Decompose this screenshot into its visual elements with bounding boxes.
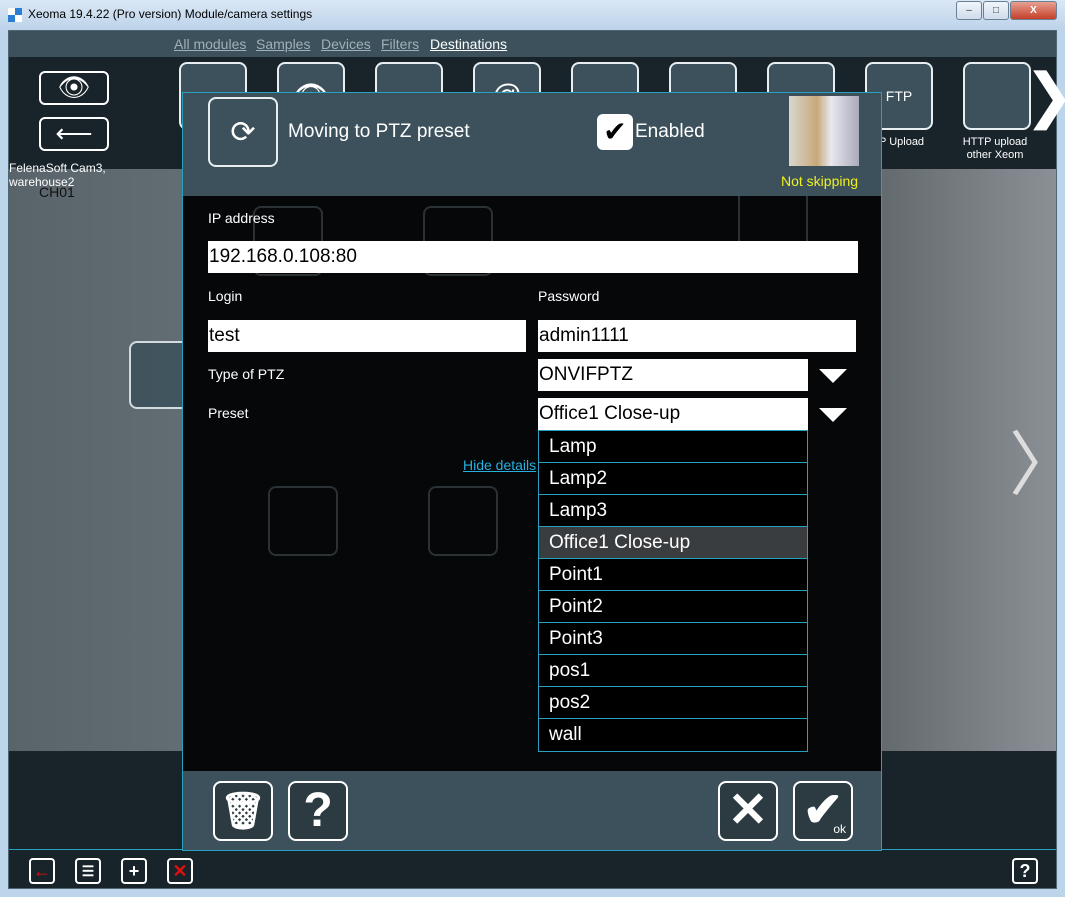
x-icon: ✕ [727, 784, 769, 837]
ip-address-label: IP address [208, 210, 275, 226]
next-camera-icon[interactable]: 〉 [1009, 409, 1065, 510]
module-label-ftp: P Upload [879, 136, 925, 148]
hide-details-link[interactable]: Hide details [463, 457, 536, 473]
tab-samples[interactable]: Samples [256, 36, 310, 52]
module-settings-dialog: ⟳ Moving to PTZ preset ✔ Enabled Not ski… [182, 92, 882, 851]
tab-destinations[interactable]: Destinations [430, 36, 507, 52]
tab-devices[interactable]: Devices [321, 36, 371, 52]
preset-dropdown-icon[interactable] [819, 408, 847, 422]
module-icon-http-upload[interactable] [963, 62, 1031, 130]
trash-icon: 🗑 [220, 790, 266, 831]
login-label: Login [208, 288, 243, 304]
preset-option[interactable]: Point3 [539, 623, 807, 655]
help-button[interactable]: ? [288, 781, 348, 841]
preset-option[interactable]: pos2 [539, 687, 807, 719]
preset-option[interactable]: Point1 [539, 559, 807, 591]
minimize-button[interactable]: – [956, 1, 982, 20]
close-window-button[interactable]: X [1010, 1, 1057, 20]
ok-button[interactable]: ✔ ok [793, 781, 853, 841]
ptz-type-select[interactable]: ONVIFPTZ [538, 359, 808, 391]
back-button[interactable]: ⟵ [39, 117, 109, 151]
preset-option[interactable]: pos1 [539, 655, 807, 687]
preset-options-list: Lamp Lamp2 Lamp3 Office1 Close-up Point1… [538, 430, 808, 752]
back-arrow-icon[interactable]: ← [29, 858, 55, 884]
cancel-button[interactable]: ✕ [718, 781, 778, 841]
help-icon[interactable]: ? [1012, 858, 1038, 884]
camera-preview [789, 96, 859, 166]
tab-filters[interactable]: Filters [381, 36, 419, 52]
preset-select[interactable]: Office1 Close-up [538, 398, 808, 430]
enabled-label: Enabled [635, 121, 705, 142]
title-bar: Xeoma 19.4.22 (Pro version) Module/camer… [0, 0, 1065, 30]
preset-option[interactable]: Lamp [539, 431, 807, 463]
status-text: Not skipping [781, 173, 859, 189]
dialog-body: IP address 192.168.0.108:80 Login Passwo… [183, 196, 881, 771]
dialog-title: Moving to PTZ preset [288, 121, 470, 142]
module-nav: All modules Samples Devices Filters Dest… [9, 31, 1056, 57]
login-input[interactable]: test [208, 320, 526, 352]
camera-name: FelenaSoft Cam3, warehouse2 [9, 161, 106, 189]
preset-option[interactable]: Point2 [539, 591, 807, 623]
ptz-type-label: Type of PTZ [208, 366, 285, 382]
ptz-preset-icon: ⟳ [208, 97, 278, 167]
maximize-button[interactable]: □ [983, 1, 1009, 20]
ok-label: ok [833, 822, 846, 836]
enabled-checkbox[interactable]: ✔ [597, 114, 633, 150]
preset-option[interactable]: wall [539, 719, 807, 751]
delete-module-button[interactable]: 🗑 [213, 781, 273, 841]
add-icon[interactable]: + [121, 858, 147, 884]
list-icon[interactable]: ☰ [75, 858, 101, 884]
xeoma-logo-icon [8, 8, 22, 22]
preset-option-selected[interactable]: Office1 Close-up [539, 527, 807, 559]
password-input[interactable]: admin1111 [538, 320, 856, 352]
tab-all-modules[interactable]: All modules [174, 36, 246, 52]
ghost-module-icon [268, 486, 338, 556]
password-label: Password [538, 288, 600, 304]
preset-option[interactable]: Lamp2 [539, 463, 807, 495]
question-icon: ? [303, 784, 333, 837]
delete-icon[interactable]: ✕ [167, 858, 193, 884]
ptz-type-dropdown-icon[interactable] [819, 369, 847, 383]
view-camera-button[interactable]: 👁 [39, 71, 109, 105]
module-label-http: HTTP upload other Xeom [962, 136, 1028, 161]
dialog-header: ⟳ Moving to PTZ preset ✔ Enabled Not ski… [183, 93, 881, 196]
ip-address-input[interactable]: 192.168.0.108:80 [208, 241, 858, 273]
preset-option[interactable]: Lamp3 [539, 495, 807, 527]
scroll-right-icon[interactable]: ❯ [1024, 61, 1065, 131]
ghost-module-icon [428, 486, 498, 556]
window-title: Xeoma 19.4.22 (Pro version) Module/camer… [28, 7, 313, 21]
bottom-toolbar: ← ☰ + ✕ ? [9, 849, 1056, 887]
preset-label: Preset [208, 405, 249, 421]
